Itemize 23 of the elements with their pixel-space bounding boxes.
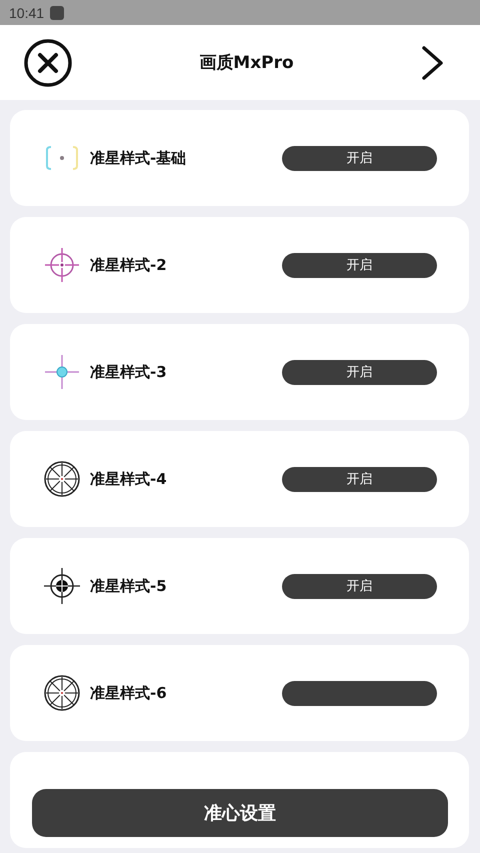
target-icon — [42, 566, 82, 606]
enable-button[interactable]: 开启 — [282, 252, 437, 278]
target-icon — [42, 673, 82, 713]
style-name: 准星样式-5 — [90, 576, 168, 596]
style-name: 准星样式-2 — [90, 256, 168, 274]
enable-button[interactable]: 开启 — [282, 574, 437, 598]
status-time: 10:41 — [9, 4, 44, 20]
notification-icon — [50, 6, 64, 20]
enable-button[interactable]: 开启 — [282, 146, 437, 170]
style-name: 准星样式-6 — [90, 684, 168, 702]
chevron-right-icon[interactable] — [420, 44, 446, 80]
crosshair-icon — [42, 352, 82, 392]
enable-button[interactable] — [282, 680, 437, 706]
target-icon — [42, 459, 82, 499]
style-name: 准星样式-3 — [90, 362, 168, 382]
crosshair-settings-button[interactable]: 准心设置 — [32, 789, 448, 837]
style-name: 准星样式-基础 — [90, 148, 188, 168]
style-name: 准星样式-4 — [90, 470, 168, 488]
close-icon[interactable] — [23, 38, 73, 88]
page-title: 画质MxPro — [199, 52, 294, 74]
enable-button[interactable]: 开启 — [282, 466, 437, 492]
enable-button[interactable]: 开启 — [282, 360, 437, 384]
crosshair-icon — [42, 245, 82, 285]
